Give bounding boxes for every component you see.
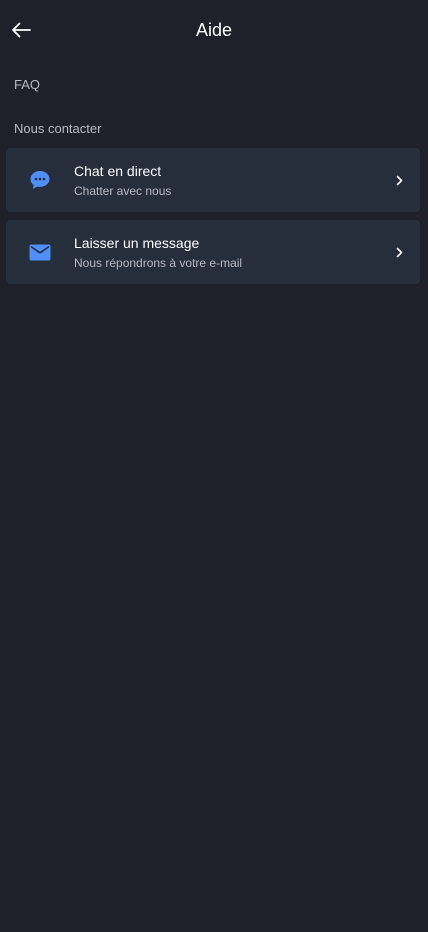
leave-message-item[interactable]: Laisser un message Nous répondrons à vot… [6, 220, 420, 284]
page-title: Aide [195, 20, 233, 40]
live-chat-subtitle: Chatter avec nous [74, 184, 172, 198]
app-header: Aide [0, 0, 428, 60]
chevron-right-icon [394, 173, 404, 187]
mail-icon [26, 240, 54, 264]
leave-message-title: Laisser un message [74, 235, 200, 251]
live-chat-item[interactable]: Chat en direct Chatter avec nous [6, 148, 420, 212]
faq-link[interactable]: FAQ [14, 77, 40, 93]
chat-bubble-icon [26, 168, 54, 192]
chevron-right-icon [394, 245, 404, 259]
live-chat-title: Chat en direct [74, 163, 162, 179]
leave-message-subtitle: Nous répondrons à votre e-mail [74, 256, 243, 270]
contact-section-label: Nous contacter [14, 121, 102, 136]
